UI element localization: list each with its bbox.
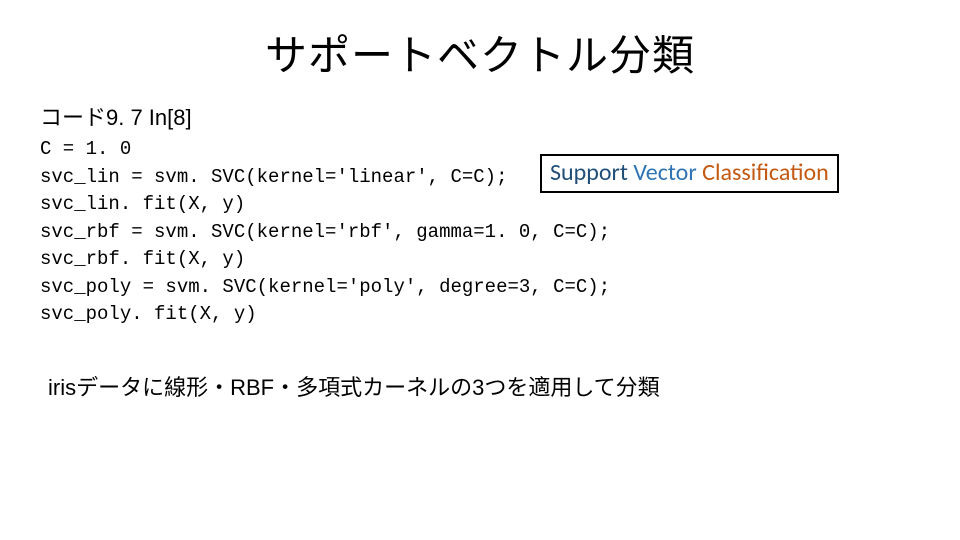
callout-word-vector: Vector: [633, 158, 696, 187]
callout-word-classification: Classification: [702, 158, 829, 187]
callout-box: Support Vector Classification: [540, 154, 839, 193]
callout-word-support: Support: [550, 158, 628, 187]
slide-title: サポートベクトル分類: [0, 22, 960, 83]
body-text: irisデータに線形・RBF・多項式カーネルの3つを適用して分類: [48, 370, 660, 402]
code-label: コード9. 7 In[8]: [40, 100, 192, 132]
slide: サポートベクトル分類 コード9. 7 In[8] C = 1. 0 svc_li…: [0, 0, 960, 540]
